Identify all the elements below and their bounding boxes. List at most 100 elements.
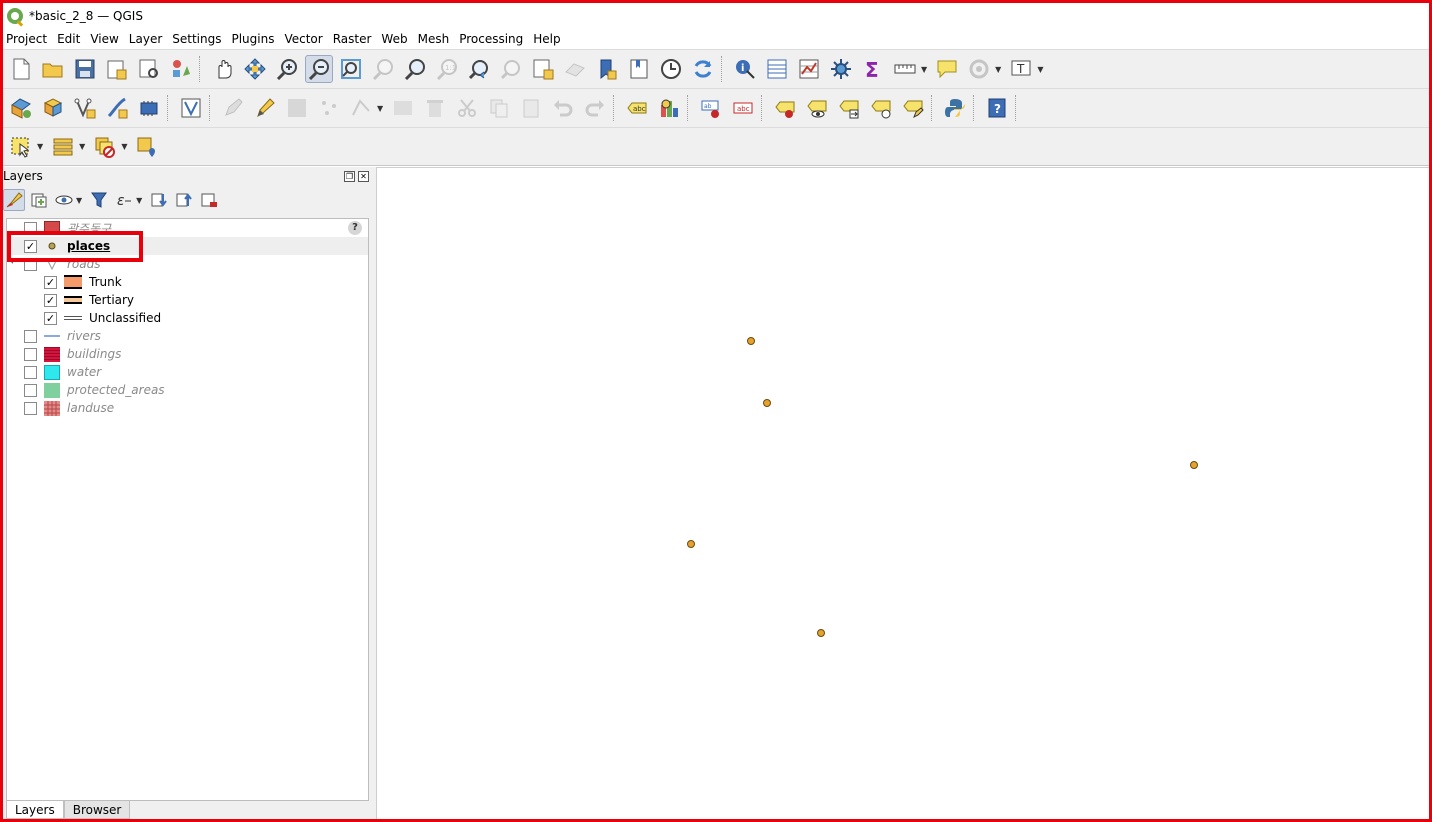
legend-row-unclassified[interactable]: ✓ Unclassified [7, 309, 368, 327]
filter-legend-icon[interactable] [88, 189, 110, 211]
menu-vector[interactable]: Vector [284, 32, 322, 46]
layer-row-gwangju[interactable]: 광주동구 ? [7, 219, 368, 237]
place-point[interactable] [1190, 461, 1198, 469]
zoom-to-layer-icon[interactable] [401, 55, 429, 83]
layer-row-rivers[interactable]: rivers [7, 327, 368, 345]
layer-row-landuse[interactable]: landuse [7, 399, 368, 417]
measure-dropdown-icon[interactable]: ▼ [921, 65, 927, 74]
pin-labels-icon[interactable]: ab [697, 94, 725, 122]
manage-visibility-icon[interactable] [53, 189, 75, 211]
text-annotation-icon[interactable]: T [1007, 55, 1035, 83]
expand-toggle-icon[interactable]: ▾ [10, 257, 15, 267]
digitize-shape-icon[interactable] [177, 94, 205, 122]
select-by-value-dropdown-icon[interactable]: ▼ [79, 142, 85, 151]
float-panel-icon[interactable]: ❐ [344, 170, 355, 182]
deselect-features-icon[interactable] [91, 133, 119, 161]
zoom-to-selection-icon[interactable] [369, 55, 397, 83]
pan-to-selection-icon[interactable] [241, 55, 269, 83]
place-point[interactable] [747, 337, 755, 345]
select-by-value-icon[interactable] [49, 133, 77, 161]
identify-features-icon[interactable]: i [731, 55, 759, 83]
sum-icon[interactable]: Σ [859, 55, 887, 83]
zoom-full-icon[interactable] [337, 55, 365, 83]
open-attribute-table-icon[interactable] [763, 55, 791, 83]
legend-row-trunk[interactable]: ✓ Trunk [7, 273, 368, 291]
decorations-dropdown-icon[interactable]: ▼ [995, 65, 1001, 74]
delete-selected-icon[interactable] [421, 94, 449, 122]
rotate-label-icon[interactable] [867, 94, 895, 122]
copy-features-icon[interactable] [485, 94, 513, 122]
new-geopackage-layer-icon[interactable] [39, 94, 67, 122]
visibility-checkbox[interactable]: ✓ [44, 275, 57, 289]
filter-expression-dropdown-icon[interactable]: ▼ [136, 196, 142, 205]
map-canvas[interactable] [376, 167, 1429, 819]
label-toolbar-icon[interactable]: abc [623, 94, 651, 122]
tab-layers[interactable]: Layers [6, 801, 64, 819]
diagram-options-icon[interactable] [655, 94, 683, 122]
data-source-manager-icon[interactable] [7, 94, 35, 122]
layer-row-places[interactable]: ✓ places [7, 237, 368, 255]
layer-row-buildings[interactable]: buildings [7, 345, 368, 363]
select-features-icon[interactable] [7, 133, 35, 161]
change-label-icon[interactable] [899, 94, 927, 122]
visibility-checkbox[interactable]: ✓ [24, 239, 37, 253]
visibility-checkbox[interactable] [24, 257, 37, 271]
undo-icon[interactable] [549, 94, 577, 122]
menu-edit[interactable]: Edit [57, 32, 80, 46]
move-label-diagram-icon[interactable] [835, 94, 863, 122]
show-hide-labels-icon[interactable] [803, 94, 831, 122]
deselect-dropdown-icon[interactable]: ▼ [121, 142, 127, 151]
select-by-location-icon[interactable] [133, 133, 161, 161]
close-panel-icon[interactable]: ✕ [358, 170, 369, 182]
zoom-in-icon[interactable] [273, 55, 301, 83]
place-point[interactable] [763, 399, 771, 407]
layout-manager-icon[interactable] [135, 55, 163, 83]
temporal-controller-icon[interactable] [657, 55, 685, 83]
toggle-editing-icon[interactable] [251, 94, 279, 122]
filter-expression-icon[interactable]: ε [113, 189, 135, 211]
menu-settings[interactable]: Settings [172, 32, 221, 46]
new-project-icon[interactable] [7, 55, 35, 83]
place-point[interactable] [687, 540, 695, 548]
annotation-dropdown-icon[interactable]: ▼ [1037, 65, 1043, 74]
menu-raster[interactable]: Raster [333, 32, 372, 46]
new-shapefile-layer-icon[interactable] [71, 94, 99, 122]
layer-row-protected-areas[interactable]: protected_areas [7, 381, 368, 399]
menu-mesh[interactable]: Mesh [418, 32, 450, 46]
layer-row-roads[interactable]: ▾ roads [7, 255, 368, 273]
menu-layer[interactable]: Layer [129, 32, 162, 46]
menu-view[interactable]: View [90, 32, 118, 46]
visibility-checkbox[interactable] [24, 347, 37, 361]
processing-toolbox-icon[interactable] [827, 55, 855, 83]
zoom-next-icon[interactable] [497, 55, 525, 83]
redo-icon[interactable] [581, 94, 609, 122]
python-console-icon[interactable] [941, 94, 969, 122]
new-3d-map-view-icon[interactable] [561, 55, 589, 83]
pan-map-icon[interactable] [209, 55, 237, 83]
open-project-icon[interactable] [39, 55, 67, 83]
help-badge-icon[interactable]: ? [348, 221, 362, 235]
menu-plugins[interactable]: Plugins [231, 32, 274, 46]
visibility-dropdown-icon[interactable]: ▼ [76, 196, 82, 205]
style-panel-icon[interactable] [3, 189, 25, 211]
legend-row-tertiary[interactable]: ✓ Tertiary [7, 291, 368, 309]
cut-features-icon[interactable] [453, 94, 481, 122]
map-tips-icon[interactable] [933, 55, 961, 83]
highlight-pinned-labels-icon[interactable]: abc [729, 94, 757, 122]
visibility-checkbox[interactable] [24, 221, 37, 235]
visibility-checkbox[interactable]: ✓ [44, 293, 57, 307]
layer-row-water[interactable]: water [7, 363, 368, 381]
measure-icon[interactable] [891, 55, 919, 83]
add-point-icon[interactable] [315, 94, 343, 122]
save-edits-icon[interactable] [283, 94, 311, 122]
current-edits-icon[interactable] [219, 94, 247, 122]
visibility-checkbox[interactable] [24, 383, 37, 397]
menu-processing[interactable]: Processing [459, 32, 523, 46]
new-print-layout-icon[interactable] [103, 55, 131, 83]
menu-web[interactable]: Web [381, 32, 407, 46]
expand-all-icon[interactable] [148, 189, 170, 211]
vertex-tool-dropdown-icon[interactable]: ▼ [377, 104, 383, 113]
new-map-view-icon[interactable] [529, 55, 557, 83]
new-bookmark-icon[interactable] [593, 55, 621, 83]
menu-help[interactable]: Help [533, 32, 560, 46]
